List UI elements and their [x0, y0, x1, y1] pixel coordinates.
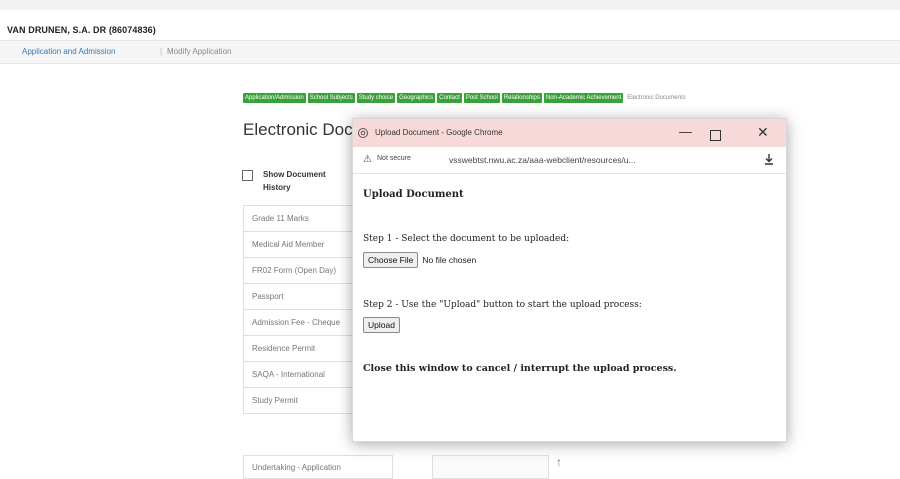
download-icon[interactable]: [762, 152, 776, 166]
tab-electronic-documents[interactable]: Electronic Documents: [625, 93, 687, 103]
page-title: Electronic Documents: [243, 120, 358, 139]
close-instruction: Close this window to cancel / interrupt …: [363, 363, 677, 374]
list-item[interactable]: Admission Fee - Cheque: [243, 310, 353, 336]
list-item[interactable]: Undertaking - Application: [243, 455, 393, 479]
top-band: [0, 0, 900, 10]
upload-document-window: Upload Document - Google Chrome — ✕ ⚠ No…: [352, 118, 787, 442]
step2-text: Step 2 - Use the "Upload" button to star…: [363, 300, 642, 310]
chrome-icon: [358, 128, 368, 138]
tab-post-school[interactable]: Post School: [463, 93, 500, 103]
breadcrumb-modify-application: Modify Application: [167, 47, 232, 56]
step1-text: Step 1 - Select the document to be uploa…: [363, 234, 570, 244]
student-name: VAN DRUNEN, S.A. DR (86074836): [7, 25, 156, 35]
tab-relationships[interactable]: Relationships: [501, 93, 542, 103]
list-item[interactable]: Passport: [243, 284, 353, 310]
window-titlebar: Upload Document - Google Chrome — ✕: [353, 119, 786, 147]
tab-non-academic-achievement[interactable]: Non-Academic Achievement: [543, 93, 624, 103]
maximize-button[interactable]: [710, 130, 721, 141]
upload-arrow-icon[interactable]: ↑: [556, 455, 562, 469]
url-field[interactable]: vsswebtst.nwu.ac.za/aaa-webclient/resour…: [449, 155, 729, 165]
breadcrumb: [0, 40, 900, 64]
breadcrumb-application-admission[interactable]: Application and Admission: [22, 47, 115, 56]
address-bar: ⚠ Not secure vsswebtst.nwu.ac.za/aaa-web…: [353, 147, 786, 174]
window-title: Upload Document - Google Chrome: [375, 128, 503, 137]
list-item[interactable]: Medical Aid Member: [243, 232, 353, 258]
section-tabs: Application/Admission School Subjects St…: [243, 93, 688, 103]
breadcrumb-separator: |: [160, 47, 163, 56]
warning-icon: ⚠: [363, 154, 372, 165]
tab-school-subjects[interactable]: School Subjects: [307, 93, 355, 103]
not-secure-label[interactable]: Not secure: [377, 155, 411, 162]
list-item[interactable]: Grade 11 Marks: [243, 205, 353, 232]
upload-heading: Upload Document: [363, 189, 464, 200]
show-history-checkbox[interactable]: [242, 170, 253, 181]
tab-geographics[interactable]: Geographics: [397, 93, 436, 103]
tab-study-choice[interactable]: Study choice: [356, 93, 396, 103]
document-list: Grade 11 Marks Medical Aid Member FR02 F…: [243, 205, 353, 414]
close-button[interactable]: ✕: [757, 124, 769, 140]
minimize-button[interactable]: —: [679, 124, 692, 140]
choose-file-button[interactable]: Choose File: [363, 252, 419, 268]
list-item[interactable]: FR02 Form (Open Day): [243, 258, 353, 284]
document-file-field: [432, 455, 549, 479]
no-file-label: No file chosen: [422, 255, 477, 265]
upload-button[interactable]: Upload: [363, 317, 400, 333]
list-item[interactable]: Residence Permit: [243, 336, 353, 362]
tab-contact[interactable]: Contact: [437, 93, 462, 103]
file-picker: Choose File No file chosen: [363, 252, 476, 268]
list-item[interactable]: Study Permit: [243, 388, 353, 414]
list-item[interactable]: SAQA - International: [243, 362, 353, 388]
tab-application-admission[interactable]: Application/Admission: [243, 93, 306, 103]
show-history-label: Show Document History: [263, 170, 326, 192]
